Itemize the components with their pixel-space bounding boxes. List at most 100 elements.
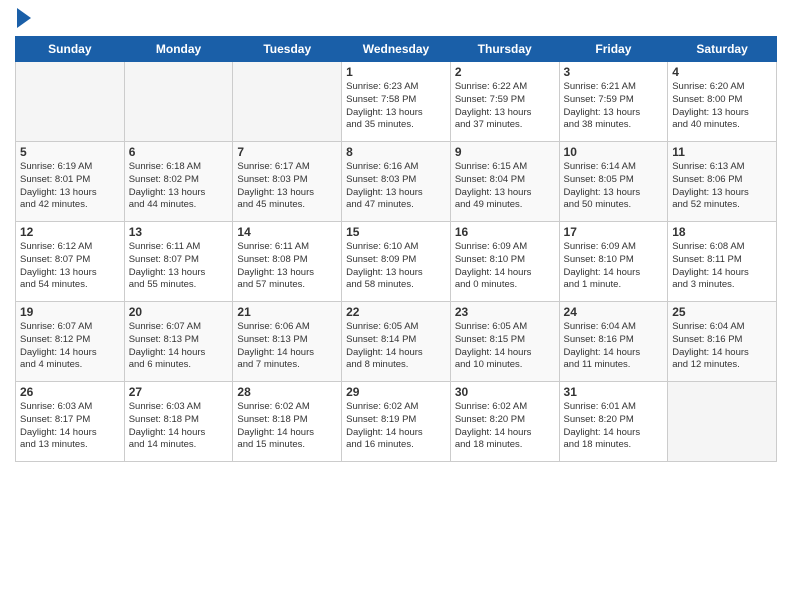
day-info: Sunrise: 6:22 AM Sunset: 7:59 PM Dayligh… — [455, 81, 555, 132]
day-info: Sunrise: 6:04 AM Sunset: 8:16 PM Dayligh… — [672, 321, 772, 372]
calendar-cell: 23 Sunrise: 6:05 AM Sunset: 8:15 PM Dayli… — [450, 302, 559, 382]
page-container: SundayMondayTuesdayWednesdayThursdayFrid… — [0, 0, 792, 612]
day-info: Sunrise: 6:06 AM Sunset: 8:13 PM Dayligh… — [237, 321, 337, 372]
calendar-cell: 4 Sunrise: 6:20 AM Sunset: 8:00 PM Daylig… — [668, 62, 777, 142]
day-number: 27 — [129, 385, 229, 399]
calendar-cell: 28Sunrise: 6:02 AM Sunset: 8:18 PM Dayli… — [233, 382, 342, 462]
day-info: Sunrise: 6:02 AM Sunset: 8:18 PM Dayligh… — [237, 401, 337, 452]
calendar-cell: 25 Sunrise: 6:04 AM Sunset: 8:16 PM Dayli… — [668, 302, 777, 382]
week-row-4: 19 Sunrise: 6:07 AM Sunset: 8:12 PM Dayli… — [16, 302, 777, 382]
day-info: Sunrise: 6:03 AM Sunset: 8:17 PM Dayligh… — [20, 401, 120, 452]
calendar-cell: 15 Sunrise: 6:10 AM Sunset: 8:09 PM Dayli… — [342, 222, 451, 302]
weekday-header-friday: Friday — [559, 37, 668, 62]
day-info: Sunrise: 6:05 AM Sunset: 8:15 PM Dayligh… — [455, 321, 555, 372]
day-info: Sunrise: 6:11 AM Sunset: 8:08 PM Dayligh… — [237, 241, 337, 292]
week-row-3: 12 Sunrise: 6:12 AM Sunset: 8:07 PM Dayli… — [16, 222, 777, 302]
day-info: Sunrise: 6:21 AM Sunset: 7:59 PM Dayligh… — [564, 81, 664, 132]
day-number: 21 — [237, 305, 337, 319]
calendar-cell: 10 Sunrise: 6:14 AM Sunset: 8:05 PM Dayli… — [559, 142, 668, 222]
calendar-cell — [124, 62, 233, 142]
day-info: Sunrise: 6:07 AM Sunset: 8:13 PM Dayligh… — [129, 321, 229, 372]
logo — [15, 10, 31, 28]
calendar-cell: 27 Sunrise: 6:03 AM Sunset: 8:18 PM Dayli… — [124, 382, 233, 462]
calendar-cell: 29 Sunrise: 6:02 AM Sunset: 8:19 PM Dayli… — [342, 382, 451, 462]
calendar-cell: 13 Sunrise: 6:11 AM Sunset: 8:07 PM Dayli… — [124, 222, 233, 302]
weekday-header-sunday: Sunday — [16, 37, 125, 62]
calendar-cell: 5Sunrise: 6:19 AM Sunset: 8:01 PM Daylig… — [16, 142, 125, 222]
weekday-header-row: SundayMondayTuesdayWednesdayThursdayFrid… — [16, 37, 777, 62]
calendar-cell: 6 Sunrise: 6:18 AM Sunset: 8:02 PM Daylig… — [124, 142, 233, 222]
weekday-header-saturday: Saturday — [668, 37, 777, 62]
day-info: Sunrise: 6:20 AM Sunset: 8:00 PM Dayligh… — [672, 81, 772, 132]
day-number: 29 — [346, 385, 446, 399]
calendar-cell: 21 Sunrise: 6:06 AM Sunset: 8:13 PM Dayli… — [233, 302, 342, 382]
day-info: Sunrise: 6:16 AM Sunset: 8:03 PM Dayligh… — [346, 161, 446, 212]
calendar-table: SundayMondayTuesdayWednesdayThursdayFrid… — [15, 36, 777, 462]
calendar-cell — [668, 382, 777, 462]
day-info: Sunrise: 6:15 AM Sunset: 8:04 PM Dayligh… — [455, 161, 555, 212]
day-number: 18 — [672, 225, 772, 239]
day-number: 10 — [564, 145, 664, 159]
day-number: 15 — [346, 225, 446, 239]
logo-arrow-icon — [17, 8, 31, 28]
calendar-cell: 2Sunrise: 6:22 AM Sunset: 7:59 PM Daylig… — [450, 62, 559, 142]
day-number: 30 — [455, 385, 555, 399]
day-info: Sunrise: 6:11 AM Sunset: 8:07 PM Dayligh… — [129, 241, 229, 292]
day-info: Sunrise: 6:23 AM Sunset: 7:58 PM Dayligh… — [346, 81, 446, 132]
day-number: 6 — [129, 145, 229, 159]
day-info: Sunrise: 6:17 AM Sunset: 8:03 PM Dayligh… — [237, 161, 337, 212]
day-number: 16 — [455, 225, 555, 239]
calendar-cell: 22 Sunrise: 6:05 AM Sunset: 8:14 PM Dayli… — [342, 302, 451, 382]
day-info: Sunrise: 6:10 AM Sunset: 8:09 PM Dayligh… — [346, 241, 446, 292]
day-number: 19 — [20, 305, 120, 319]
weekday-header-monday: Monday — [124, 37, 233, 62]
week-row-5: 26 Sunrise: 6:03 AM Sunset: 8:17 PM Dayli… — [16, 382, 777, 462]
day-number: 5 — [20, 145, 120, 159]
day-number: 22 — [346, 305, 446, 319]
calendar-cell: 14Sunrise: 6:11 AM Sunset: 8:08 PM Dayli… — [233, 222, 342, 302]
day-info: Sunrise: 6:13 AM Sunset: 8:06 PM Dayligh… — [672, 161, 772, 212]
weekday-header-wednesday: Wednesday — [342, 37, 451, 62]
calendar-cell: 12 Sunrise: 6:12 AM Sunset: 8:07 PM Dayli… — [16, 222, 125, 302]
day-number: 13 — [129, 225, 229, 239]
day-number: 8 — [346, 145, 446, 159]
day-number: 7 — [237, 145, 337, 159]
day-info: Sunrise: 6:02 AM Sunset: 8:20 PM Dayligh… — [455, 401, 555, 452]
day-info: Sunrise: 6:04 AM Sunset: 8:16 PM Dayligh… — [564, 321, 664, 372]
week-row-1: 1 Sunrise: 6:23 AM Sunset: 7:58 PM Daylig… — [16, 62, 777, 142]
calendar-cell: 9Sunrise: 6:15 AM Sunset: 8:04 PM Daylig… — [450, 142, 559, 222]
day-info: Sunrise: 6:02 AM Sunset: 8:19 PM Dayligh… — [346, 401, 446, 452]
day-info: Sunrise: 6:05 AM Sunset: 8:14 PM Dayligh… — [346, 321, 446, 372]
day-info: Sunrise: 6:08 AM Sunset: 8:11 PM Dayligh… — [672, 241, 772, 292]
day-info: Sunrise: 6:18 AM Sunset: 8:02 PM Dayligh… — [129, 161, 229, 212]
calendar-cell — [16, 62, 125, 142]
calendar-cell: 18 Sunrise: 6:08 AM Sunset: 8:11 PM Dayli… — [668, 222, 777, 302]
day-number: 26 — [20, 385, 120, 399]
calendar-cell: 8 Sunrise: 6:16 AM Sunset: 8:03 PM Daylig… — [342, 142, 451, 222]
weekday-header-tuesday: Tuesday — [233, 37, 342, 62]
day-info: Sunrise: 6:12 AM Sunset: 8:07 PM Dayligh… — [20, 241, 120, 292]
day-info: Sunrise: 6:07 AM Sunset: 8:12 PM Dayligh… — [20, 321, 120, 372]
day-number: 1 — [346, 65, 446, 79]
week-row-2: 5Sunrise: 6:19 AM Sunset: 8:01 PM Daylig… — [16, 142, 777, 222]
weekday-header-thursday: Thursday — [450, 37, 559, 62]
calendar-cell: 17Sunrise: 6:09 AM Sunset: 8:10 PM Dayli… — [559, 222, 668, 302]
calendar-cell: 11 Sunrise: 6:13 AM Sunset: 8:06 PM Dayli… — [668, 142, 777, 222]
day-number: 23 — [455, 305, 555, 319]
calendar-cell — [233, 62, 342, 142]
day-number: 11 — [672, 145, 772, 159]
day-number: 4 — [672, 65, 772, 79]
day-number: 12 — [20, 225, 120, 239]
header — [15, 10, 777, 28]
day-number: 3 — [564, 65, 664, 79]
day-number: 25 — [672, 305, 772, 319]
calendar-cell: 20Sunrise: 6:07 AM Sunset: 8:13 PM Dayli… — [124, 302, 233, 382]
calendar-cell: 1 Sunrise: 6:23 AM Sunset: 7:58 PM Daylig… — [342, 62, 451, 142]
calendar-cell: 19 Sunrise: 6:07 AM Sunset: 8:12 PM Dayli… — [16, 302, 125, 382]
day-info: Sunrise: 6:09 AM Sunset: 8:10 PM Dayligh… — [564, 241, 664, 292]
calendar-cell: 3 Sunrise: 6:21 AM Sunset: 7:59 PM Daylig… — [559, 62, 668, 142]
calendar-cell: 16Sunrise: 6:09 AM Sunset: 8:10 PM Dayli… — [450, 222, 559, 302]
day-info: Sunrise: 6:03 AM Sunset: 8:18 PM Dayligh… — [129, 401, 229, 452]
day-number: 24 — [564, 305, 664, 319]
day-info: Sunrise: 6:14 AM Sunset: 8:05 PM Dayligh… — [564, 161, 664, 212]
